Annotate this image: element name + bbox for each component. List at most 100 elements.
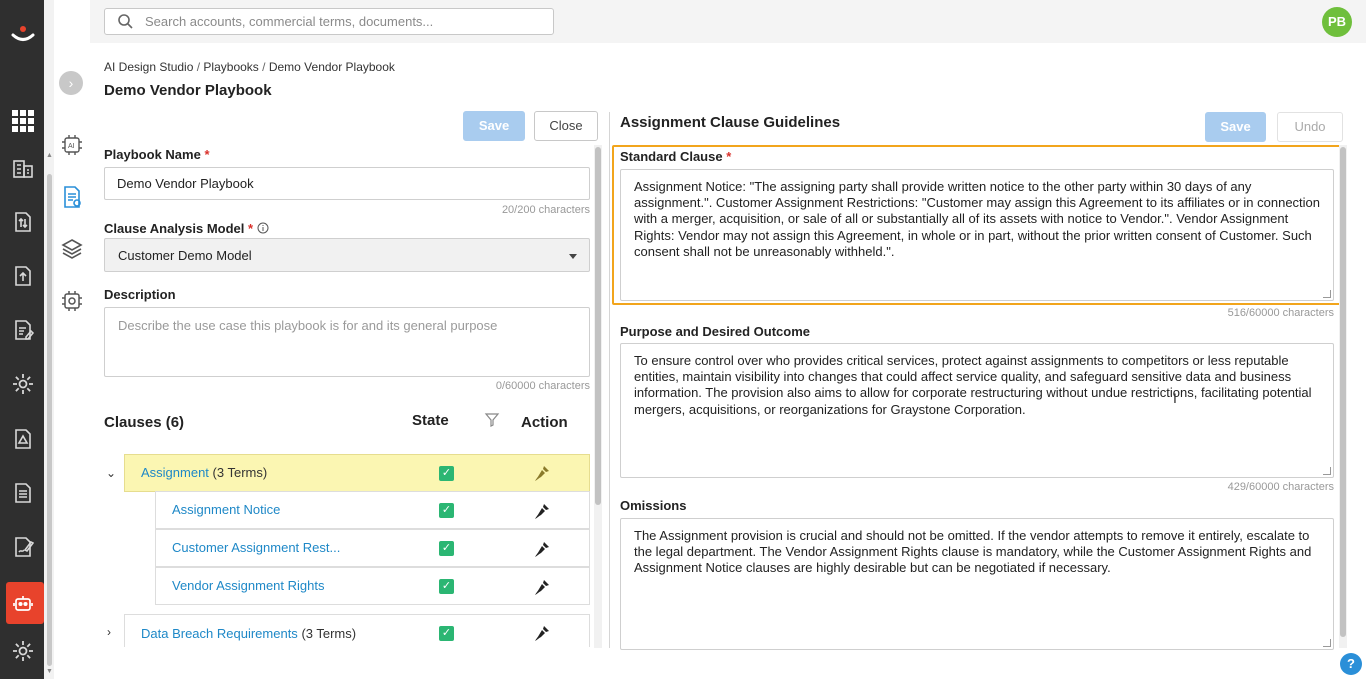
- model-select-value: Customer Demo Model: [118, 248, 252, 263]
- state-checkbox[interactable]: ✓: [439, 466, 454, 481]
- svg-text:AI: AI: [68, 143, 75, 150]
- top-bar: PB: [90, 0, 1366, 43]
- filter-icon[interactable]: [484, 412, 500, 428]
- model-label: Clause Analysis Model *: [104, 221, 269, 236]
- brush-action-icon[interactable]: [533, 624, 551, 642]
- standard-clause-text: Assignment Notice: "The assigning party …: [634, 179, 1321, 259]
- resize-grip-icon[interactable]: [1323, 639, 1331, 647]
- admin-gear-icon[interactable]: [12, 640, 34, 662]
- document-upload-icon[interactable]: [12, 265, 34, 287]
- clause-link[interactable]: Assignment: [141, 465, 209, 480]
- description-counter: 0/60000 characters: [495, 380, 590, 392]
- standard-clause-counter: 516/60000 characters: [1227, 307, 1334, 319]
- user-avatar[interactable]: PB: [1322, 7, 1352, 37]
- settings-gear-icon[interactable]: [12, 373, 34, 395]
- term-link[interactable]: Customer Assignment Rest...: [172, 540, 340, 555]
- model-select[interactable]: Customer Demo Model: [104, 238, 590, 272]
- clause-row-data-breach[interactable]: Data Breach Requirements (3 Terms) ✓: [124, 614, 590, 647]
- text-cursor-icon: I: [1173, 390, 1177, 406]
- state-checkbox[interactable]: ✓: [439, 626, 454, 641]
- state-checkbox[interactable]: ✓: [439, 503, 454, 518]
- purpose-textarea[interactable]: To ensure control over who provides crit…: [620, 343, 1334, 478]
- scroll-down-arrow-icon[interactable]: ▼: [46, 668, 53, 675]
- buildings-icon[interactable]: [12, 157, 34, 179]
- resize-grip-icon[interactable]: [1323, 467, 1331, 475]
- help-button[interactable]: ?: [1340, 653, 1362, 675]
- state-column-header: State: [412, 412, 449, 429]
- playbook-name-input[interactable]: Demo Vendor Playbook: [104, 167, 590, 200]
- playbook-name-label: Playbook Name *: [104, 147, 210, 162]
- info-icon[interactable]: [257, 222, 269, 234]
- studio-nav: › AI: [54, 43, 90, 679]
- state-checkbox[interactable]: ✓: [439, 541, 454, 556]
- global-search[interactable]: [104, 8, 554, 35]
- guidelines-save-button[interactable]: Save: [1205, 112, 1266, 142]
- description-label: Description: [104, 287, 176, 302]
- brush-action-icon[interactable]: [533, 502, 551, 520]
- chevron-down-icon: [569, 254, 577, 259]
- scroll-up-arrow-icon[interactable]: ▲: [46, 152, 53, 159]
- collapse-chevron-icon[interactable]: ⌄: [106, 466, 118, 480]
- undo-button[interactable]: Undo: [1277, 112, 1343, 142]
- playbook-document-icon[interactable]: [60, 185, 84, 209]
- app-logo-icon[interactable]: [10, 22, 36, 48]
- clause-row-assignment[interactable]: Assignment (3 Terms) ✓: [124, 454, 590, 492]
- state-checkbox[interactable]: ✓: [439, 579, 454, 594]
- left-panel-scroll-thumb[interactable]: [595, 147, 601, 505]
- standard-clause-label: Standard Clause *: [620, 149, 732, 164]
- grid-apps-icon[interactable]: [12, 110, 34, 132]
- ai-chip-icon[interactable]: AI: [60, 133, 84, 157]
- clause-link[interactable]: Data Breach Requirements: [141, 626, 298, 641]
- breadcrumb-playbooks[interactable]: Playbooks: [203, 60, 258, 74]
- description-textarea[interactable]: Describe the use case this playbook is f…: [104, 307, 590, 377]
- breadcrumb-ai-design-studio[interactable]: AI Design Studio: [104, 60, 193, 74]
- resize-grip-icon[interactable]: [1323, 290, 1331, 298]
- robot-icon[interactable]: [12, 592, 34, 614]
- document-transfer-icon[interactable]: [12, 211, 34, 233]
- omissions-text: The Assignment provision is crucial and …: [634, 528, 1312, 576]
- brush-action-icon[interactable]: [533, 540, 551, 558]
- breadcrumb: AI Design Studio / Playbooks / Demo Vend…: [104, 60, 395, 74]
- expand-chevron-icon[interactable]: ›: [107, 625, 119, 639]
- breadcrumb-separator: /: [262, 60, 266, 74]
- expand-nav-chevron-icon[interactable]: ›: [59, 71, 83, 95]
- term-row[interactable]: Vendor Assignment Rights ✓: [155, 567, 590, 605]
- document-alert-icon[interactable]: [12, 428, 34, 450]
- clauses-header: Clauses (6) State Action: [104, 412, 590, 436]
- right-panel-scrollbar[interactable]: [1339, 145, 1347, 648]
- playbook-save-button[interactable]: Save: [463, 111, 525, 141]
- rail-scrollbar[interactable]: ▲ ▼: [44, 0, 54, 679]
- brush-action-icon[interactable]: [533, 578, 551, 596]
- standard-clause-textarea[interactable]: Assignment Notice: "The assigning party …: [620, 169, 1334, 301]
- processor-gear-icon[interactable]: [60, 289, 84, 313]
- purpose-label: Purpose and Desired Outcome: [620, 324, 810, 339]
- omissions-label: Omissions: [620, 498, 687, 513]
- term-link[interactable]: Assignment Notice: [172, 502, 280, 517]
- purpose-counter: 429/60000 characters: [1227, 481, 1334, 493]
- purpose-text: To ensure control over who provides crit…: [634, 353, 1312, 417]
- guidelines-title: Assignment Clause Guidelines: [620, 114, 841, 131]
- brush-action-icon[interactable]: [533, 464, 551, 482]
- panel-divider: [609, 112, 610, 648]
- breadcrumb-separator: /: [196, 60, 201, 74]
- term-row[interactable]: Assignment Notice ✓: [155, 491, 590, 529]
- left-panel-scrollbar[interactable]: [594, 145, 602, 648]
- term-link[interactable]: Vendor Assignment Rights: [172, 578, 324, 593]
- playbook-close-button[interactable]: Close: [534, 111, 598, 141]
- document-sign-icon[interactable]: [12, 536, 35, 558]
- rail-scroll-thumb[interactable]: [47, 174, 52, 666]
- app-rail: [0, 0, 44, 679]
- clause-term-count: (3 Terms): [301, 626, 357, 641]
- document-list-icon[interactable]: [12, 482, 34, 504]
- required-asterisk: *: [204, 147, 210, 162]
- omissions-textarea[interactable]: The Assignment provision is crucial and …: [620, 518, 1334, 650]
- playbook-name-counter: 20/200 characters: [501, 204, 590, 216]
- search-icon: [118, 14, 133, 29]
- required-asterisk: *: [248, 221, 254, 236]
- layers-icon[interactable]: [60, 237, 84, 261]
- term-row[interactable]: Customer Assignment Rest... ✓: [155, 529, 590, 567]
- document-edit-icon[interactable]: [12, 319, 35, 341]
- right-panel-scroll-thumb[interactable]: [1340, 147, 1346, 637]
- required-asterisk: *: [726, 149, 732, 164]
- search-input[interactable]: [145, 11, 545, 32]
